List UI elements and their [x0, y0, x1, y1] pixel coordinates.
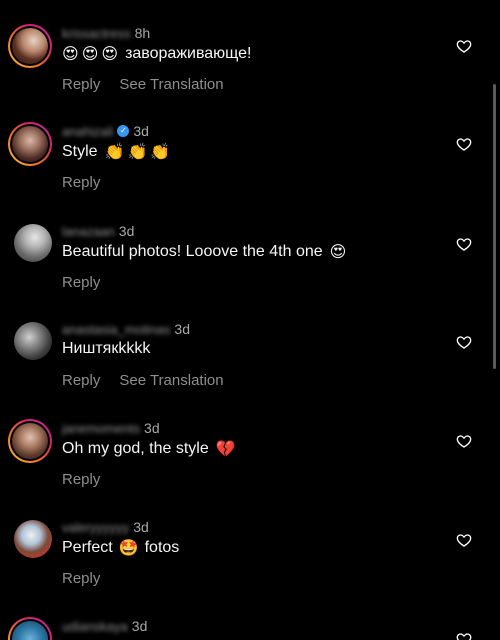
comment-item: anahizali ✓ 3d Style 👏 👏 👏 Reply: [0, 122, 500, 212]
comment-meta: valeryyyyyy 3d: [62, 518, 149, 536]
comment-time: 3d: [144, 420, 160, 436]
comment-item: krissactress 8h 😍 😍 😍 заворaживающе! Rep…: [0, 24, 500, 114]
comment-body-end: fotos: [144, 538, 180, 556]
avatar[interactable]: [8, 122, 52, 166]
see-translation-button[interactable]: See Translation: [119, 372, 223, 389]
comment-text: Style 👏 👏 👏: [62, 142, 170, 161]
reply-button[interactable]: Reply: [62, 274, 100, 291]
avatar[interactable]: [8, 24, 52, 68]
username[interactable]: udianskaya: [62, 619, 128, 634]
comment-time: 3d: [174, 321, 190, 337]
comment-time: 3d: [133, 123, 149, 139]
comment-time: 3d: [133, 519, 149, 535]
comment-time: 3d: [118, 223, 135, 239]
heart-outline-icon[interactable]: [456, 38, 472, 54]
comment-text: 😍 😍 😍 заворaживающе!: [62, 44, 252, 63]
comment-body-start: Perfect: [62, 538, 113, 556]
comment-text: Oh my god, the style 💔: [62, 439, 236, 458]
emoji: 😍: [81, 44, 99, 63]
scrollbar[interactable]: [493, 84, 496, 369]
heart-outline-icon[interactable]: [456, 136, 472, 152]
heart-outline-icon[interactable]: [456, 236, 472, 252]
heart-outline-icon[interactable]: [456, 631, 472, 640]
comment-body: Style: [62, 142, 98, 160]
username[interactable]: anahizali: [62, 124, 113, 139]
heart-outline-icon[interactable]: [456, 433, 472, 449]
comment-body: Beautiful photos! Looove the 4th one: [62, 242, 323, 260]
username[interactable]: valeryyyyyy: [62, 520, 129, 535]
comment-meta: anahizali ✓ 3d: [62, 122, 149, 140]
comment-time: 3d: [131, 618, 148, 634]
comment-meta: anastasia_motinas 3d: [62, 320, 190, 338]
comment-time: 8h: [134, 25, 151, 41]
comment-actions: Reply: [62, 174, 100, 191]
verified-badge-icon: ✓: [117, 125, 130, 137]
comment-body: Ништякkkkk: [62, 340, 151, 357]
comment-actions: Reply See Translation: [62, 76, 224, 93]
emoji: 👏: [127, 142, 148, 161]
emoji: 😍: [329, 242, 347, 261]
reply-button[interactable]: Reply: [62, 76, 100, 93]
comment-item: lanazaan 3d Beautiful photos! Looove the…: [0, 222, 500, 312]
heart-outline-icon[interactable]: [456, 334, 472, 350]
emoji: 😍: [101, 44, 119, 63]
comment-item: valeryyyyyy 3d Perfect 🤩 fotos Reply: [0, 518, 500, 608]
emoji: 💔: [215, 439, 236, 458]
comment-meta: krissactress 8h: [62, 24, 150, 42]
reply-button[interactable]: Reply: [62, 174, 100, 191]
comment-text: Beautiful photos! Looove the 4th one 😍: [62, 242, 346, 261]
comment-text: Ништякkkkk: [62, 340, 150, 358]
comment-meta: lanazaan 3d: [62, 222, 134, 240]
reply-button[interactable]: Reply: [62, 570, 100, 587]
username[interactable]: janemoments: [62, 421, 140, 436]
comment-meta: udianskaya 3d: [62, 617, 147, 635]
emoji: 😍: [62, 44, 79, 63]
comment-item: udianskaya 3d: [0, 617, 500, 640]
emoji: 👏: [150, 142, 171, 161]
comment-body: Oh my god, the style: [62, 439, 209, 457]
avatar[interactable]: [14, 224, 52, 262]
username[interactable]: lanazaan: [62, 224, 115, 239]
avatar[interactable]: [14, 520, 52, 558]
comment-actions: Reply: [62, 570, 100, 587]
comment-item: anastasia_motinas 3d Ништякkkkk Reply Se…: [0, 320, 500, 410]
comment-actions: Reply See Translation: [62, 372, 224, 389]
reply-button[interactable]: Reply: [62, 372, 100, 389]
comment-body: заворaживающе!: [125, 44, 252, 62]
comment-actions: Reply: [62, 274, 100, 291]
heart-outline-icon[interactable]: [456, 532, 472, 548]
avatar[interactable]: [8, 419, 52, 463]
username[interactable]: anastasia_motinas: [62, 322, 170, 337]
username[interactable]: krissactress: [62, 26, 131, 41]
comment-actions: Reply: [62, 471, 100, 488]
see-translation-button[interactable]: See Translation: [119, 76, 223, 93]
comment-item: janemoments 3d Oh my god, the style 💔 Re…: [0, 419, 500, 509]
comment-text: Perfect 🤩 fotos: [62, 538, 179, 557]
avatar[interactable]: [8, 617, 52, 640]
reply-button[interactable]: Reply: [62, 471, 100, 488]
avatar[interactable]: [14, 322, 52, 360]
emoji: 🤩: [118, 538, 139, 557]
comment-meta: janemoments 3d: [62, 419, 160, 437]
emoji: 👏: [104, 142, 125, 161]
